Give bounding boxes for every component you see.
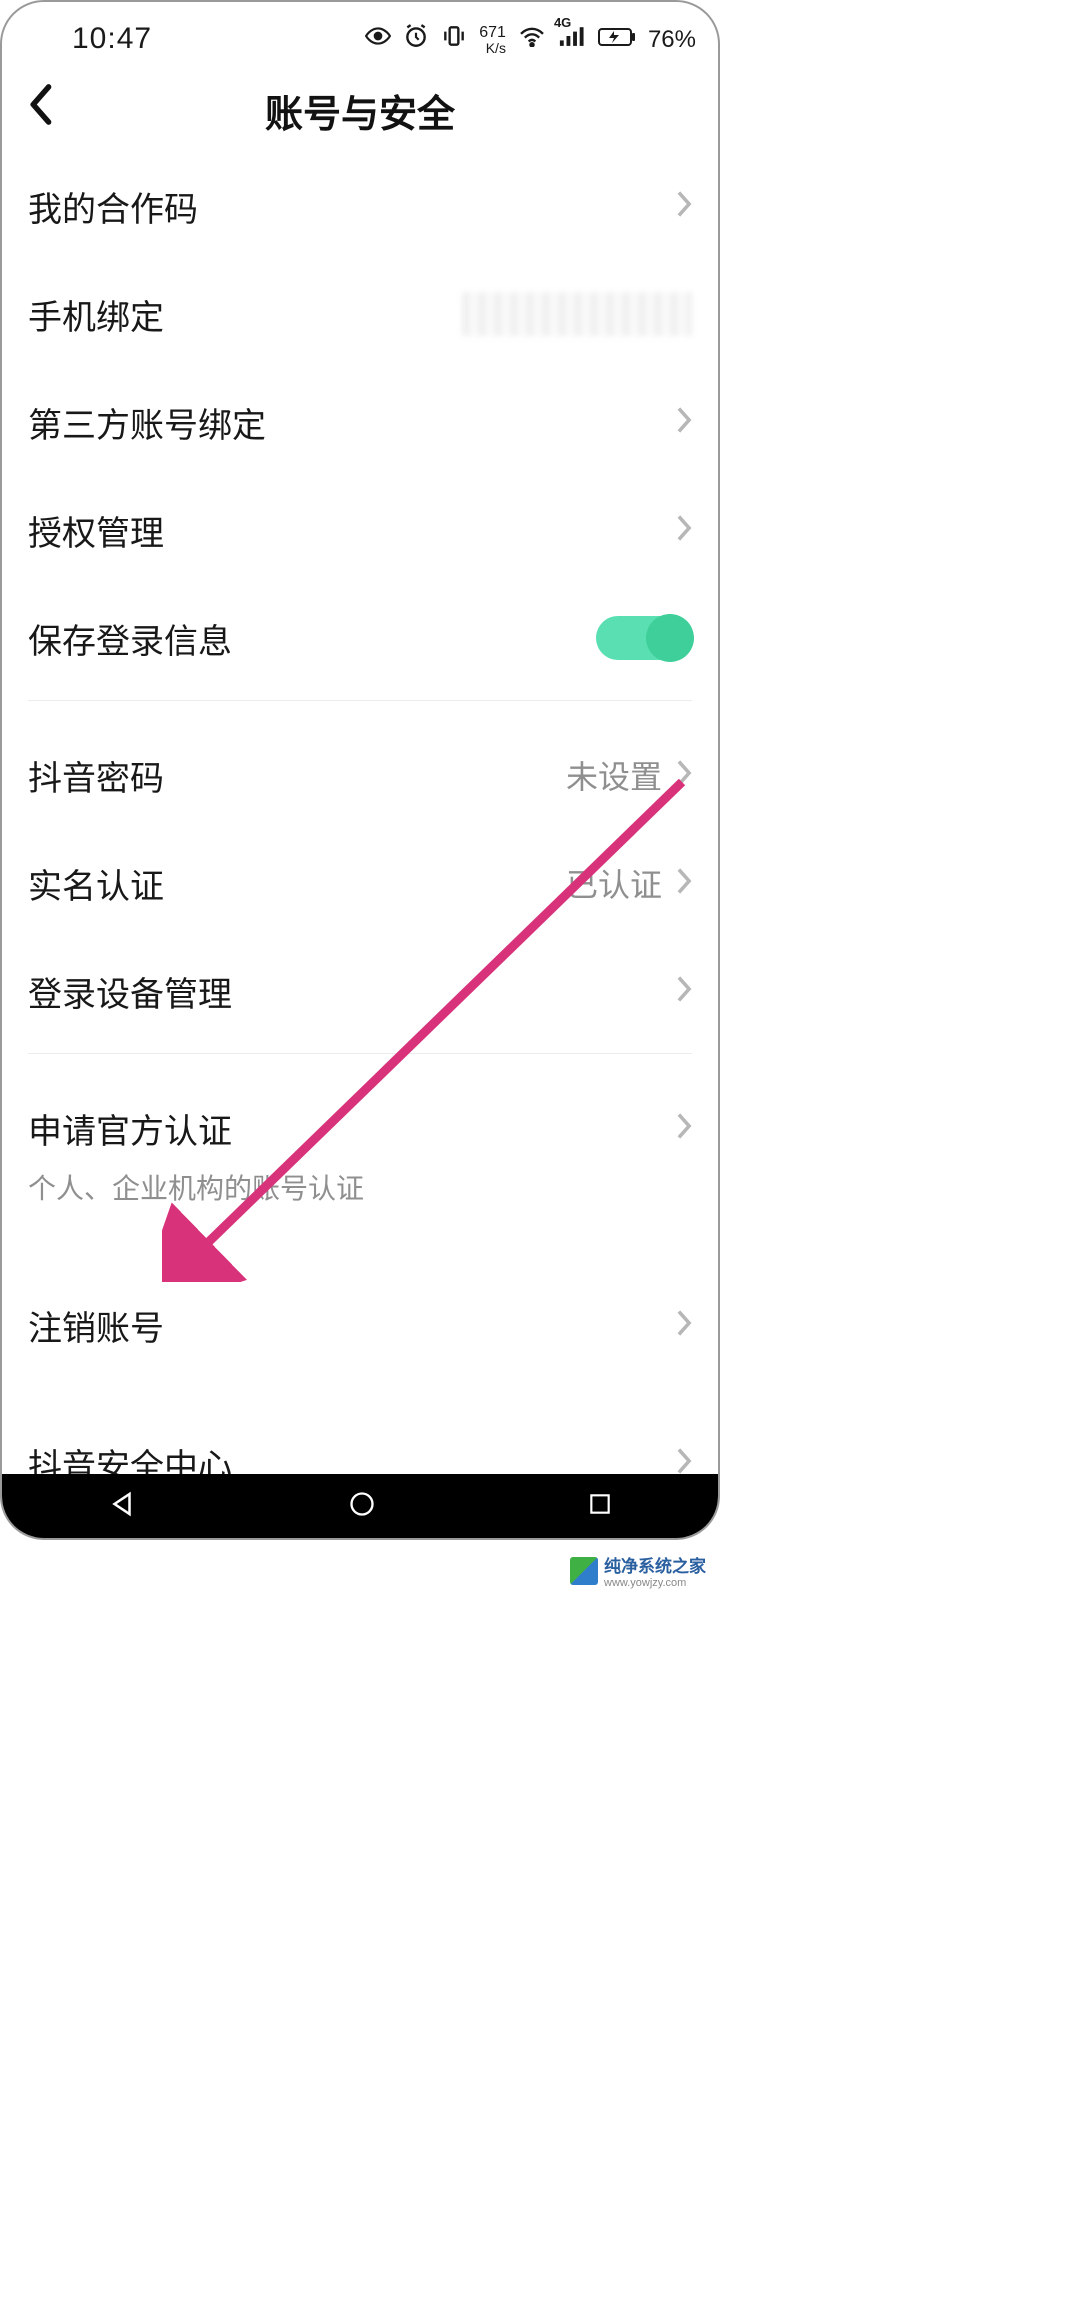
watermark-url: www.yowjzy.com	[604, 1577, 706, 1589]
chevron-right-icon	[676, 975, 692, 1008]
nav-home-button[interactable]	[348, 1490, 376, 1523]
network-speed: 671 K/s	[479, 25, 506, 55]
battery-percent: 76%	[648, 26, 696, 54]
watermark-title: 纯净系统之家	[604, 1552, 706, 1577]
row-label: 注销账号	[28, 1301, 164, 1350]
row-third-party-bind[interactable]: 第三方账号绑定	[2, 368, 718, 476]
settings-list: 我的合作码 手机绑定 第三方账号绑定 授权管理 保存登录信息 抖音密码	[2, 152, 718, 1540]
watermark: 纯净系统之家 www.yowjzy.com	[570, 1552, 706, 1589]
phone-screen: 10:47 671 K/s 4G	[0, 0, 720, 1540]
chevron-right-icon	[676, 1309, 692, 1342]
vibrate-icon	[441, 23, 467, 56]
status-time: 10:47	[72, 22, 152, 56]
nav-back-button[interactable]	[107, 1489, 137, 1524]
section-divider	[28, 700, 692, 701]
row-subtitle: 个人、企业机构的账号认证	[28, 1167, 692, 1207]
chevron-right-icon	[676, 514, 692, 547]
row-label: 第三方账号绑定	[28, 398, 266, 447]
row-save-login-info: 保存登录信息	[2, 584, 718, 692]
status-icons: 671 K/s 4G 76%	[365, 23, 696, 56]
row-label: 申请官方认证	[28, 1104, 232, 1153]
row-value: 未设置	[566, 752, 662, 798]
row-label: 登录设备管理	[28, 967, 232, 1016]
row-phone-bind[interactable]: 手机绑定	[2, 260, 718, 368]
row-label: 实名认证	[28, 859, 164, 908]
back-button[interactable]	[28, 83, 56, 132]
watermark-logo-icon	[570, 1557, 598, 1585]
redacted-phone-value	[462, 292, 692, 336]
eye-icon	[365, 23, 391, 56]
chevron-right-icon	[676, 1112, 692, 1145]
battery-icon	[598, 26, 636, 54]
chevron-right-icon	[676, 867, 692, 900]
status-bar: 10:47 671 K/s 4G	[2, 2, 718, 62]
row-value: 已认证	[566, 860, 662, 906]
chevron-right-icon	[676, 406, 692, 439]
chevron-right-icon	[676, 759, 692, 792]
wifi-icon	[518, 25, 546, 54]
chevron-right-icon	[676, 190, 692, 223]
system-nav-bar	[2, 1474, 718, 1538]
page-title: 账号与安全	[265, 83, 455, 138]
app-header: 账号与安全	[2, 62, 718, 152]
row-realname-auth[interactable]: 实名认证 已认证	[2, 829, 718, 937]
row-label: 保存登录信息	[28, 614, 232, 663]
row-label: 授权管理	[28, 506, 164, 555]
row-label: 抖音密码	[28, 751, 164, 800]
row-douyin-password[interactable]: 抖音密码 未设置	[2, 721, 718, 829]
alarm-icon	[403, 23, 429, 56]
nav-recents-button[interactable]	[587, 1491, 613, 1522]
row-auth-management[interactable]: 授权管理	[2, 476, 718, 584]
section-divider	[28, 1053, 692, 1054]
row-login-device-mgmt[interactable]: 登录设备管理	[2, 937, 718, 1045]
row-partner-code[interactable]: 我的合作码	[2, 152, 718, 260]
row-label: 我的合作码	[28, 182, 198, 231]
signal-icon: 4G	[558, 25, 586, 54]
row-delete-account[interactable]: 注销账号	[2, 1271, 718, 1379]
row-label: 手机绑定	[28, 290, 164, 339]
save-login-toggle[interactable]	[596, 616, 692, 660]
row-official-cert[interactable]: 申请官方认证 个人、企业机构的账号认证	[2, 1074, 718, 1237]
